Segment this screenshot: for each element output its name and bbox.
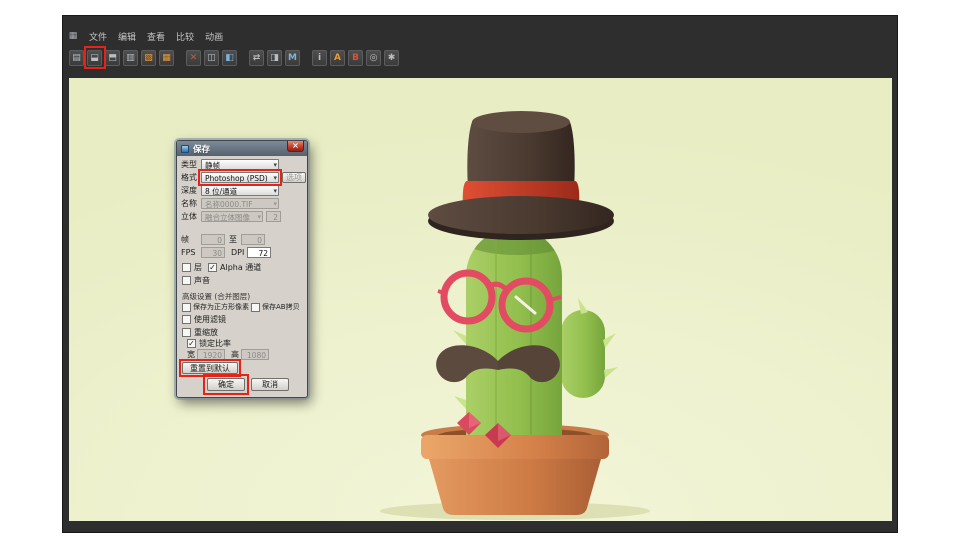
cancel-button[interactable]: 取消 — [251, 378, 289, 391]
format-label: 格式 — [181, 173, 197, 182]
layers-label: 层 — [194, 263, 202, 272]
alpha-label: Alpha 通道 — [220, 263, 262, 272]
depth-label: 深度 — [181, 186, 197, 195]
rescale-label: 重缩放 — [194, 328, 218, 337]
save-icon[interactable]: ⬓ — [87, 50, 102, 66]
history-icon[interactable]: ▤ — [69, 50, 84, 66]
app-icon: ▦ — [68, 31, 78, 41]
menu-file[interactable]: 文件 — [84, 30, 112, 43]
frame-from-field: 0 — [201, 234, 225, 245]
ab-copy-label: 保存AB拷贝 — [262, 303, 300, 311]
compare-ab-icon[interactable]: ◧ — [222, 50, 237, 66]
menubar: ▦ 文件 编辑 查看 比较 动画 — [67, 29, 228, 43]
close-icon[interactable]: × — [287, 141, 304, 152]
square-pixels-checkbox[interactable] — [182, 303, 191, 312]
version-a-icon[interactable]: A — [330, 50, 345, 66]
sound-label: 声音 — [194, 276, 210, 285]
width-label: 宽 — [187, 350, 195, 359]
rescale-checkbox[interactable] — [182, 328, 191, 337]
layers-icon[interactable]: ◫ — [204, 50, 219, 66]
lock-ratio-label: 锁定比率 — [199, 339, 231, 348]
alpha-checkbox[interactable]: ✓ — [208, 263, 217, 272]
picture-viewer-window: ▦ 文件 编辑 查看 比较 动画 ▤ ⬓ ⬒ ▥ ▧ ▦ ✕ ◫ ◧ ⇄ ◨ M… — [62, 15, 898, 533]
dialog-icon — [181, 144, 189, 153]
histogram-icon[interactable]: M — [285, 50, 300, 66]
square-pixels-label: 保存为正方形像素 — [193, 303, 249, 311]
menu-compare[interactable]: 比较 — [171, 30, 199, 43]
toolbar: ▤ ⬓ ⬒ ▥ ▧ ▦ ✕ ◫ ◧ ⇄ ◨ M i A B ◎ ✱ — [69, 49, 399, 67]
delete-icon[interactable]: ✕ — [186, 50, 201, 66]
menu-edit[interactable]: 编辑 — [113, 30, 141, 43]
frame-label: 帧 — [181, 235, 189, 244]
frame-to-label: 至 — [229, 235, 237, 244]
format-dropdown[interactable]: Photoshop (PSD) — [201, 172, 279, 183]
width-field: 1920 — [197, 349, 225, 360]
info-icon[interactable]: i — [312, 50, 327, 66]
fps-label: FPS — [181, 248, 196, 257]
sound-checkbox[interactable] — [182, 276, 191, 285]
copy-icon[interactable]: ▥ — [123, 50, 138, 66]
flower-pot — [421, 435, 609, 515]
name-label: 名称 — [181, 199, 197, 208]
layers-checkbox[interactable] — [182, 263, 191, 272]
height-field: 1080 — [241, 349, 269, 360]
folder-icon[interactable]: ▧ — [141, 50, 156, 66]
name-dropdown: 名称0000.TIF — [201, 198, 279, 209]
menu-view[interactable]: 查看 — [142, 30, 170, 43]
stereo-dropdown: 融合立体图像 — [201, 211, 263, 222]
dialog-title: 保存 — [193, 144, 211, 155]
advanced-settings-header: 高级设置 (合并图层) — [182, 292, 251, 301]
frame-to-field: 0 — [241, 234, 265, 245]
ok-button[interactable]: 确定 — [207, 378, 245, 391]
save-as-icon[interactable]: ⬒ — [105, 50, 120, 66]
dpi-label: DPI — [231, 248, 245, 257]
swap-ab-icon[interactable]: ⇄ — [249, 50, 264, 66]
reset-defaults-button[interactable]: 重置到默认 — [182, 362, 238, 374]
format-options-button: 选项 — [282, 172, 306, 183]
zoom-icon[interactable]: ◎ — [366, 50, 381, 66]
depth-dropdown[interactable]: 8 位/通道 — [201, 185, 279, 196]
image-icon[interactable]: ▦ — [159, 50, 174, 66]
lock-ratio-checkbox[interactable]: ✓ — [187, 339, 196, 348]
settings-icon[interactable]: ✱ — [384, 50, 399, 66]
split-view-icon[interactable]: ◨ — [267, 50, 282, 66]
dpi-field[interactable]: 72 — [247, 247, 271, 258]
type-label: 类型 — [181, 160, 197, 169]
use-filter-label: 使用滤镜 — [194, 315, 226, 324]
stereo-label: 立体 — [181, 212, 197, 221]
save-dialog: 保存 × 类型 静帧 格式 Photoshop (PSD) 选项 深度 8 位/… — [176, 140, 308, 398]
fps-field: 30 — [201, 247, 225, 258]
ab-copy-checkbox[interactable] — [251, 303, 260, 312]
use-filter-checkbox[interactable] — [182, 315, 191, 324]
version-b-icon[interactable]: B — [348, 50, 363, 66]
type-dropdown[interactable]: 静帧 — [201, 159, 279, 170]
height-label: 高 — [231, 350, 239, 359]
menu-animation[interactable]: 动画 — [200, 30, 228, 43]
stereo-count-field: 2 — [266, 211, 281, 222]
